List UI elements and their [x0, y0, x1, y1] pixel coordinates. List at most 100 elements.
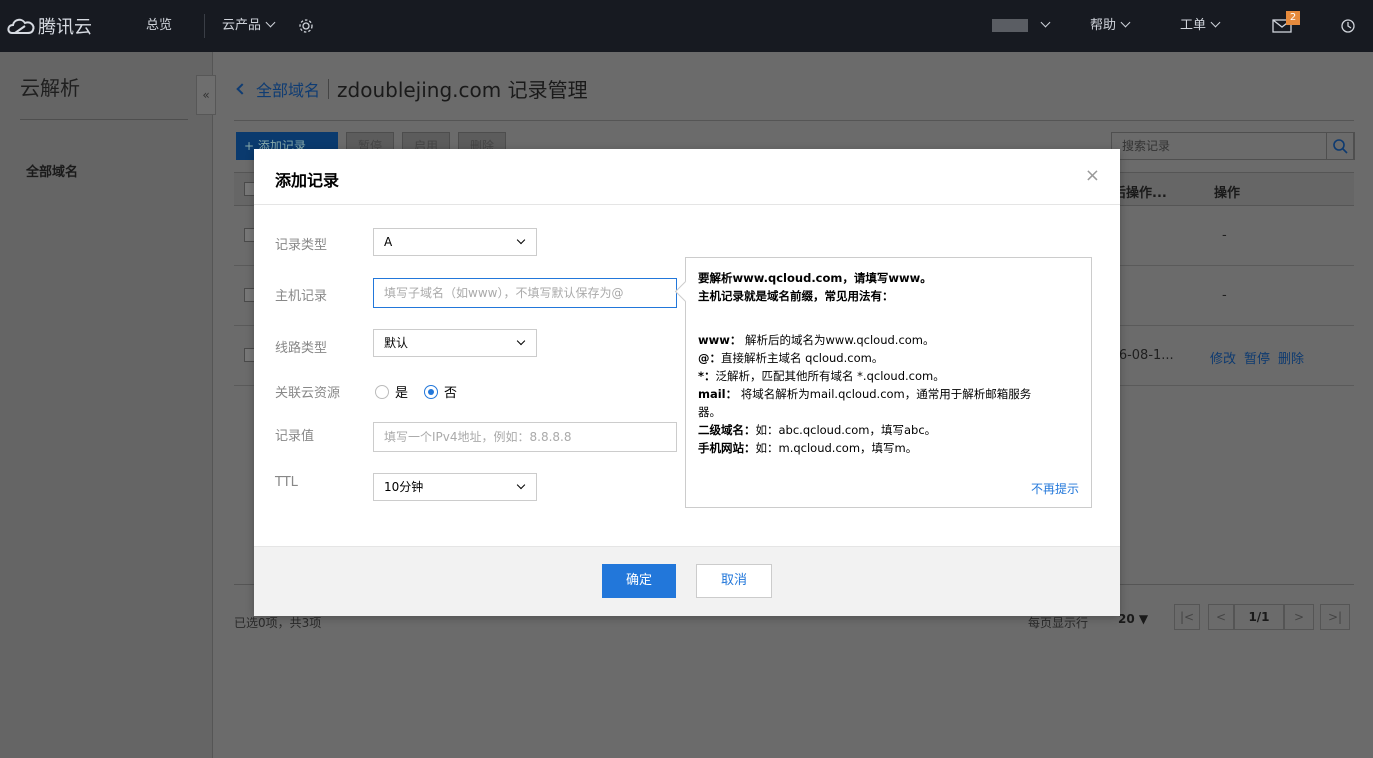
page-title: zdoublejing.com 记录管理	[337, 78, 588, 102]
tip-sub-val: 如：abc.qcloud.com，填写abc。	[755, 423, 937, 437]
mail-icon[interactable]	[1272, 0, 1292, 52]
account-dropdown[interactable]	[1036, 0, 1051, 52]
ttl-select[interactable]: 10分钟	[373, 473, 537, 501]
breadcrumb: 全部域名 zdoublejing.com 记录管理	[234, 74, 588, 103]
tip-sub-key: 二级域名：	[698, 423, 756, 437]
per-page-select[interactable]: 20 ▼	[1118, 612, 1148, 626]
tip-at: @：直接解析主域名 qcloud.com。	[698, 350, 883, 366]
mail-badge: 2	[1286, 11, 1300, 25]
row-ops: -	[1222, 228, 1227, 243]
back-arrow-icon[interactable]	[236, 82, 248, 95]
host-record-label: 主机记录	[275, 289, 328, 304]
page-indicator: 1/1	[1234, 604, 1284, 630]
radio-yes-label[interactable]: 是	[395, 382, 408, 401]
tip-line1: 要解析www.qcloud.com，请填写www。	[698, 271, 932, 285]
tip-mobile: 手机网站：如：m.qcloud.com，填写m。	[698, 440, 917, 456]
record-type-select[interactable]: A	[373, 228, 537, 256]
tip-mobile-key: 手机网站：	[698, 441, 756, 455]
ttl-label: TTL	[275, 475, 298, 490]
tip-www-key: www：	[698, 333, 742, 347]
logo[interactable]: 腾讯云	[6, 13, 92, 39]
nav-divider	[204, 14, 205, 38]
tip-mail-cont: 器。	[698, 405, 721, 419]
radio-no-label[interactable]: 否	[444, 382, 457, 401]
host-record-tooltip: 要解析www.qcloud.com，请填写www。 主机记录就是域名前缀，常见用…	[685, 257, 1092, 508]
tip-star: *：泛解析，匹配其他所有域名 *.qcloud.com。	[698, 368, 945, 384]
nav-overview[interactable]: 总览	[146, 0, 172, 52]
first-page-button[interactable]: |<	[1174, 604, 1200, 630]
last-page-button[interactable]: >|	[1320, 604, 1350, 630]
nav-products[interactable]: 云产品	[222, 0, 276, 52]
chevron-down-icon	[1040, 17, 1051, 28]
top-navigation-bar: 腾讯云 总览 云产品 帮助 工单 2	[0, 0, 1373, 52]
back-link[interactable]: 全部域名	[256, 77, 320, 101]
close-icon[interactable]: ×	[1085, 165, 1100, 186]
row-actions: 修改 暂停 删除	[1210, 348, 1312, 367]
line-type-label: 线路类型	[275, 341, 328, 356]
tip-www-val: 解析后的域名为www.qcloud.com。	[745, 333, 935, 347]
dialog-header: 添加记录 ×	[254, 149, 1120, 205]
search-placeholder: 搜索记录	[1122, 139, 1171, 153]
sidebar-divider	[20, 119, 188, 120]
cloud-resource-label: 关联云资源	[275, 386, 341, 401]
confirm-button[interactable]: 确定	[602, 564, 676, 598]
dialog-title: 添加记录	[275, 171, 340, 190]
record-value-label: 记录值	[275, 429, 315, 444]
chevron-down-icon	[516, 235, 526, 245]
nav-products-label: 云产品	[222, 18, 262, 33]
line-type-select[interactable]: 默认	[373, 329, 537, 357]
chevron-down-icon	[265, 17, 276, 28]
tip-at-val: 直接解析主域名 qcloud.com。	[721, 351, 884, 365]
next-page-button[interactable]: >	[1284, 604, 1314, 630]
nav-tickets[interactable]: 工单	[1180, 0, 1221, 52]
tip-line2: 主机记录就是域名前缀，常见用法有：	[698, 289, 894, 303]
sidebar-title: 云解析	[20, 76, 80, 100]
tip-mail-key: mail：	[698, 387, 738, 401]
chevron-down-icon	[516, 336, 526, 346]
tip-sub: 二级域名：如：abc.qcloud.com，填写abc。	[698, 422, 936, 438]
sidebar-item-all-domains[interactable]: 全部域名	[26, 161, 78, 180]
cloud-resource-radio-group: 是 否	[375, 382, 457, 401]
host-record-input[interactable]: 填写子域名（如www），不填写默认保存为@	[373, 278, 677, 308]
logo-text: 腾讯云	[38, 17, 92, 38]
delete-link[interactable]: 删除	[1278, 352, 1304, 367]
selection-summary: 已选0项，共3项	[234, 616, 322, 630]
cloud-logo-icon	[7, 18, 35, 34]
account-name-masked[interactable]	[992, 19, 1028, 32]
cancel-button[interactable]: 取消	[696, 564, 772, 598]
ttl-value: 10分钟	[384, 480, 424, 494]
radio-no[interactable]	[424, 384, 439, 399]
nav-tickets-label: 工单	[1180, 18, 1207, 33]
tip-mail-val: 将域名解析为mail.qcloud.com，通常用于解析邮箱服务	[740, 387, 1032, 401]
radio-yes[interactable]	[375, 384, 389, 399]
breadcrumb-divider	[328, 78, 330, 99]
search-icon[interactable]	[1326, 132, 1354, 160]
dismiss-tip-link[interactable]: 不再提示	[1031, 480, 1079, 497]
per-page-label: 每页显示行	[1028, 616, 1089, 630]
tip-www: www： 解析后的域名为www.qcloud.com。	[698, 332, 935, 348]
nav-help[interactable]: 帮助	[1090, 0, 1131, 52]
tip-at-key: @：	[698, 351, 721, 365]
record-type-value: A	[384, 235, 393, 249]
record-value-input[interactable]: 填写一个IPv4地址，例如：8.8.8.8	[373, 422, 677, 452]
add-record-dialog: 添加记录 × 记录类型 A 主机记录 填写子域名（如www），不填写默认保存为@…	[254, 149, 1120, 616]
chevron-down-icon	[1210, 17, 1221, 28]
nav-help-label: 帮助	[1090, 18, 1117, 33]
settings-icon[interactable]	[298, 0, 314, 52]
pause-link[interactable]: 暂停	[1244, 352, 1270, 367]
search-input[interactable]: 搜索记录	[1111, 132, 1355, 160]
title-divider	[234, 120, 1354, 121]
sidebar: 云解析 全部域名	[0, 52, 213, 758]
sidebar-collapse-button[interactable]: «	[196, 75, 216, 115]
chevron-down-icon	[516, 480, 526, 490]
dialog-footer: 确定 取消	[254, 546, 1120, 616]
record-type-label: 记录类型	[275, 238, 328, 253]
column-actions: 操作	[1214, 186, 1241, 201]
edit-link[interactable]: 修改	[1210, 352, 1236, 367]
prev-page-button[interactable]: <	[1208, 604, 1234, 630]
tip-star-key: *：	[698, 369, 716, 383]
row-ops: -	[1222, 288, 1227, 303]
tip-mail: mail： 将域名解析为mail.qcloud.com，通常用于解析邮箱服务	[698, 386, 1031, 402]
tip-star-val: 泛解析，匹配其他所有域名 *.qcloud.com。	[715, 369, 945, 383]
history-icon[interactable]	[1340, 0, 1356, 52]
